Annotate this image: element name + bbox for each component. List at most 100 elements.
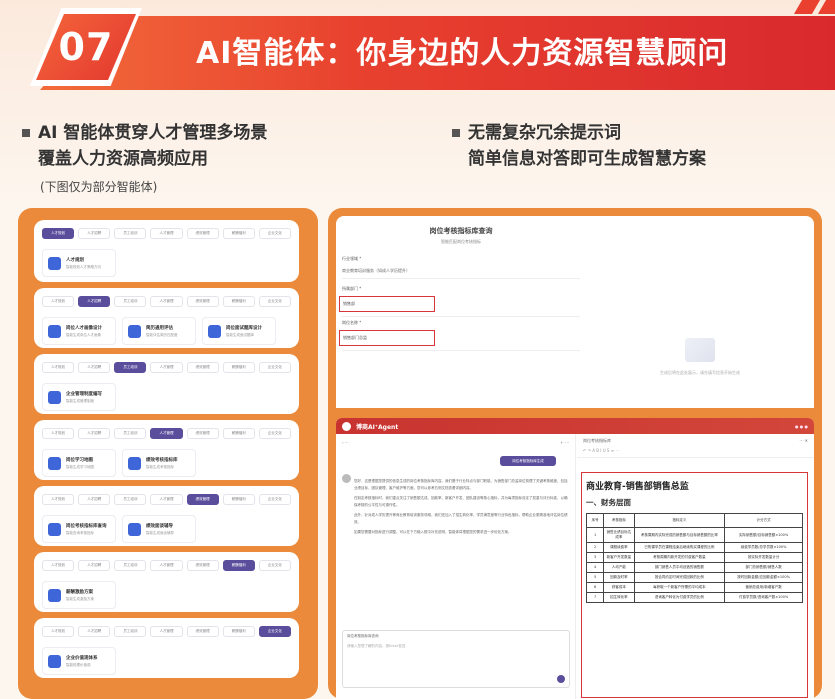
section-number: 07	[58, 25, 114, 69]
agent-item[interactable]: 岗位学习地图 智能生成学习地图	[42, 449, 116, 477]
tab-category[interactable]: 绩效管理	[186, 296, 219, 307]
agent-card: 人才规划 人才招聘 员工培训 人才管理 绩效管理 薪酬福利 企业文化企业管理制度编写 智能生成…	[34, 354, 299, 414]
tab-category[interactable]: 人才规划	[42, 228, 75, 239]
tab-category[interactable]: 薪酬福利	[222, 494, 255, 505]
new-chat-icon[interactable]: ＋ ···	[560, 440, 569, 446]
tab-category[interactable]: 人才管理	[150, 228, 183, 239]
tab-category[interactable]: 人才招聘	[78, 362, 111, 373]
table-cell: 3	[585, 552, 605, 563]
tab-category[interactable]: 企业文化	[258, 362, 291, 373]
agent-item[interactable]: 企业价值观体系 智能梳理价值观	[42, 647, 116, 675]
tab-category[interactable]: 员工培训	[114, 494, 147, 505]
empty-box-icon	[685, 338, 715, 362]
tab-category[interactable]: 企业文化	[258, 228, 291, 239]
back-icon[interactable]: ‹ ···	[342, 440, 349, 446]
table-cell: 咨询客户转化为付费学员的比例	[633, 592, 726, 603]
tab-category[interactable]: 人才管理	[150, 428, 183, 439]
tab-category[interactable]: 人才管理	[150, 362, 183, 373]
tab-category[interactable]: 人才管理	[150, 626, 183, 637]
divider	[342, 278, 580, 279]
agent-item[interactable]: 岗位考核指标库查询 智能查询考核指标	[42, 515, 116, 543]
department-field[interactable]: 销售部	[339, 296, 435, 312]
tab-category[interactable]: 人才管理	[150, 494, 183, 505]
table-cell: 付费学员数/咨询客户数×100%	[724, 592, 803, 603]
tab-category[interactable]: 员工培训	[114, 626, 147, 637]
category-tabs: 人才规划 人才招聘 员工培训 人才管理 绩效管理 薪酬福利 企业文化	[34, 486, 299, 509]
tab-category[interactable]: 薪酬福利	[222, 428, 255, 439]
tab-category[interactable]: 人才招聘	[78, 494, 111, 505]
agent-name: 绩效面谈辅导	[146, 523, 173, 529]
tab-category[interactable]: 企业文化	[258, 296, 291, 307]
agent-item[interactable]: 企业管理制度编写 智能生成管理制度	[42, 383, 116, 411]
tab-category[interactable]: 人才招聘	[78, 626, 111, 637]
tab-category[interactable]: 绩效管理	[186, 494, 219, 505]
generate-button[interactable]: 岗位考核指标库生成	[500, 456, 556, 466]
chat-toolbar: ‹ ··· ＋ ···	[336, 434, 575, 452]
tab-category[interactable]: 绩效管理	[186, 626, 219, 637]
agent-icon	[48, 390, 61, 404]
tab-category[interactable]: 绩效管理	[186, 560, 219, 571]
tab-category[interactable]: 人才管理	[150, 296, 183, 307]
agent-desc: 智能评估简历匹配度	[146, 332, 178, 337]
tab-category[interactable]: 绩效管理	[186, 428, 219, 439]
doc-header: 岗位考核指标库 ⋯ ✕	[577, 434, 814, 448]
table-cell: 人均产能	[603, 562, 635, 573]
tab-category[interactable]: 员工培训	[114, 428, 147, 439]
tab-category[interactable]: 人才规划	[42, 494, 75, 505]
divider	[342, 316, 580, 317]
tab-category[interactable]: 人才招聘	[78, 560, 111, 571]
tab-category[interactable]: 员工培训	[114, 296, 147, 307]
agent-item[interactable]: 岗位人才画像设计 智能生成岗位人才画像	[42, 317, 116, 345]
agent-item[interactable]: 岗位面试题库设计 智能生成面试题库	[202, 317, 276, 345]
agent-item[interactable]: 简历通用评估 智能评估简历匹配度	[122, 317, 196, 345]
tab-category[interactable]: 绩效管理	[186, 362, 219, 373]
tab-category[interactable]: 人才招聘	[78, 228, 111, 239]
tab-category[interactable]: 员工培训	[114, 560, 147, 571]
agent-item[interactable]: 绩效考核指标库 智能生成考核指标	[122, 449, 196, 477]
tab-category[interactable]: 人才规划	[42, 560, 75, 571]
table-cell: 回款及时率	[603, 572, 635, 583]
tab-category[interactable]: 员工培训	[114, 362, 147, 373]
doc-actions-icon[interactable]: ⋯ ✕	[799, 438, 808, 444]
tab-category[interactable]: 薪酬福利	[222, 560, 255, 571]
doc-toolbar[interactable]: ↶ ↷ A B I U S ≡ ⋯	[577, 448, 814, 458]
tab-category[interactable]: 员工培训	[114, 228, 147, 239]
chat-paragraph: 如果您需要对指标进行调整，可以在下方输入框中补充说明，智能体将根据您的需求进一步…	[354, 530, 512, 534]
tab-category[interactable]: 人才规划	[42, 296, 75, 307]
send-icon[interactable]	[557, 675, 565, 683]
chat-input[interactable]: 岗位考核指标库查询 请输入您想了解的内容，按Enter发送	[342, 630, 570, 688]
tab-category[interactable]: 人才规划	[42, 428, 75, 439]
table-cell: 销售业绩目标达成率	[603, 527, 635, 543]
agent-desc: 智能生成面试题库	[226, 332, 254, 337]
agent-name: 绩效考核指标库	[146, 457, 178, 463]
table-cell: 部门销售人员平均创造的销售额	[633, 562, 726, 573]
form-title: 岗位考核指标库查询	[429, 227, 493, 235]
table-cell: 按时回款金额/应回款金额×100%	[724, 572, 803, 583]
tab-category[interactable]: 人才招聘	[78, 428, 111, 439]
table-cell: 2	[585, 542, 605, 553]
agent-item[interactable]: 绩效面谈辅导 智能生成面谈辅导	[122, 515, 196, 543]
doc-title: 商业教育-销售部销售总监	[586, 482, 689, 492]
tab-category[interactable]: 企业文化	[258, 494, 291, 505]
tab-category[interactable]: 企业文化	[258, 428, 291, 439]
agent-item[interactable]: 人才规划 智能规划人才策略方向	[42, 249, 116, 277]
tab-category[interactable]: 薪酬福利	[222, 228, 255, 239]
tab-category[interactable]: 薪酬福利	[222, 296, 255, 307]
window-controls[interactable]: ● ● ●	[795, 424, 808, 429]
tab-category[interactable]: 人才招聘	[78, 296, 111, 307]
tab-category[interactable]: 人才规划	[42, 626, 75, 637]
position-field[interactable]: 销售部门总监	[339, 330, 435, 346]
tab-category[interactable]: 绩效管理	[186, 228, 219, 239]
tab-category[interactable]: 人才规划	[42, 362, 75, 373]
document-pane: 岗位考核指标库 ⋯ ✕ ↶ ↷ A B I U S ≡ ⋯ 商业教育-销售部销售总…	[577, 434, 814, 699]
tab-category[interactable]: 企业文化	[258, 626, 291, 637]
query-form: 岗位考核指标库查询 智能匹配岗位考核指标 行业领域 * 商业教育培训服务（如成人…	[336, 216, 586, 408]
industry-field[interactable]: 商业教育培训服务（如成人学历提升）	[342, 268, 410, 274]
agent-name: 岗位面试题库设计	[226, 325, 262, 331]
tab-category[interactable]: 企业文化	[258, 560, 291, 571]
tab-category[interactable]: 薪酬福利	[222, 626, 255, 637]
tab-category[interactable]: 人才管理	[150, 560, 183, 571]
table-cell: 5	[585, 572, 605, 583]
agent-item[interactable]: 薪酬激励方案 智能生成激励方案	[42, 581, 116, 609]
tab-category[interactable]: 薪酬福利	[222, 362, 255, 373]
